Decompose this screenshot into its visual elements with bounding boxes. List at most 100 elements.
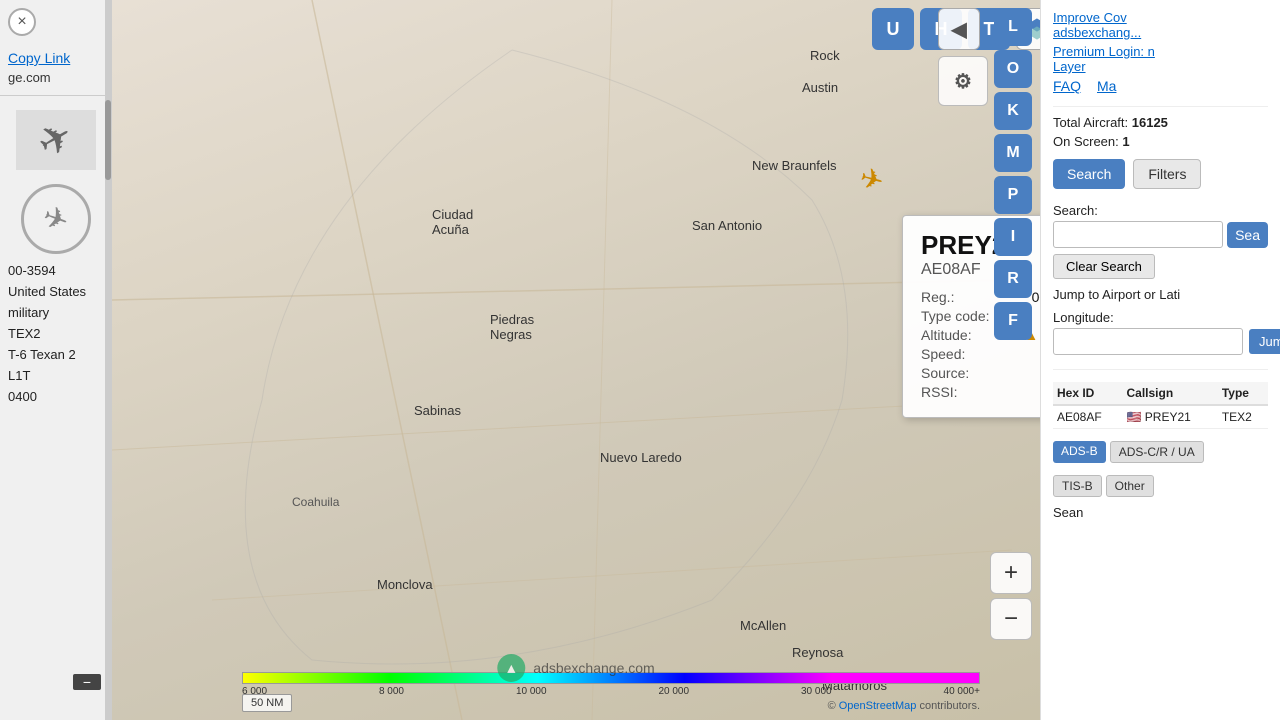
back-button[interactable]: ◀ (938, 8, 980, 50)
total-aircraft-stat: Total Aircraft: 16125 (1053, 115, 1268, 130)
aircraft-silhouette-icon: ✈ (29, 112, 81, 169)
color-label-2: 8 000 (379, 686, 404, 697)
map-background (112, 0, 1040, 720)
popup-speed-label: Speed: (921, 346, 965, 362)
search-input[interactable] (1053, 221, 1223, 248)
premium-login-link[interactable]: Premium Login: n Layer (1053, 44, 1268, 74)
tisb-badge[interactable]: TIS-B (1053, 475, 1102, 497)
ma-link[interactable]: Ma (1097, 78, 1116, 94)
search-label: Search: (1053, 203, 1268, 218)
total-value: 16125 (1132, 115, 1168, 130)
clear-search-container: Clear Search (1053, 254, 1268, 287)
popup-rssi-row: RSSI: n/a (921, 384, 1040, 400)
popup-reg-value: 00-3594 (1032, 289, 1040, 305)
adsb-badge[interactable]: ADS-B (1053, 441, 1106, 463)
left-sidebar: × Copy Link ge.com ✈ ✈ 00-3594 United St… (0, 0, 112, 720)
adsb-text: adsbexchange.com (533, 660, 654, 676)
type-header: Type (1218, 382, 1268, 405)
panel-action-buttons: Search Filters (1053, 159, 1268, 189)
jump-row: Jum (1053, 328, 1268, 355)
type-code-field: TEX2 (0, 323, 111, 344)
k-button[interactable]: K (994, 92, 1032, 130)
other-badge[interactable]: Other (1106, 475, 1154, 497)
results-table: Hex ID Callsign Type AE08AF 🇺🇸 PREY21 TE… (1053, 382, 1268, 429)
wtc-field: L1T (0, 365, 111, 386)
map-container[interactable]: Rock Austin New Braunfels CiudadAcuña Sa… (112, 0, 1040, 720)
hex-id-header: Hex ID (1053, 382, 1122, 405)
close-button[interactable]: × (8, 8, 36, 36)
i-button[interactable]: I (994, 218, 1032, 256)
scale-bar: 50 NM (242, 694, 292, 712)
zoom-in-button[interactable]: + (990, 552, 1032, 594)
aircraft-circle: ✈ (21, 184, 91, 254)
jump-button[interactable]: Jum (1249, 329, 1280, 354)
map-zoom-controls: + − (990, 552, 1032, 640)
panel-divider-2 (1053, 369, 1268, 370)
table-callsign-cell: 🇺🇸 PREY21 (1122, 405, 1217, 429)
squawk-field: 0400 (0, 386, 111, 407)
table-header-row: Hex ID Callsign Type (1053, 382, 1268, 405)
color-bar-labels: 6 000 8 000 10 000 20 000 30 000 40 000+ (242, 686, 980, 697)
popup-reg-label: Reg.: (921, 289, 954, 305)
jump-input[interactable] (1053, 328, 1243, 355)
f-button[interactable]: F (994, 302, 1032, 340)
o-button[interactable]: O (994, 50, 1032, 88)
aircraft-image: ✈ (16, 110, 96, 170)
popup-rssi-label: RSSI: (921, 384, 958, 400)
search-row: Sea (1053, 221, 1268, 248)
r-button[interactable]: R (994, 260, 1032, 298)
adsc-badge[interactable]: ADS-C/R / UA (1110, 441, 1204, 463)
category-field: military (0, 302, 111, 323)
right-panel: Improve Cov adsbexchang... Premium Login… (1040, 0, 1280, 720)
divider (0, 95, 111, 96)
jump-label: Jump to Airport or Lati (1053, 287, 1268, 302)
search-button[interactable]: Search (1053, 159, 1125, 189)
flag-icon: 🇺🇸 (1126, 410, 1141, 424)
source-badges: ADS-B ADS-C/R / UA TIS-B Other (1053, 441, 1268, 497)
popup-type-label: Type code: (921, 308, 990, 324)
scrollbar-thumb[interactable] (105, 100, 111, 180)
adsb-watermark: ▲ adsbexchange.com (497, 654, 654, 682)
panel-links: FAQ Ma (1053, 78, 1268, 94)
color-label-3: 10 000 (516, 686, 547, 697)
close-icon: × (17, 13, 26, 31)
aircraft-circle-icon: ✈ (38, 198, 74, 239)
map-attribution: © OpenStreetMap contributors. (828, 700, 980, 712)
on-screen-stat: On Screen: 1 (1053, 134, 1268, 149)
color-label-5: 30 000 (801, 686, 832, 697)
improve-cov-link[interactable]: Improve Cov adsbexchang... (1053, 10, 1268, 40)
gear-button[interactable]: ⚙ (938, 56, 988, 106)
clear-search-button[interactable]: Clear Search (1053, 254, 1155, 279)
popup-source-label: Source: (921, 365, 969, 381)
domain-label: ge.com (0, 66, 111, 89)
search-inline-button[interactable]: Sea (1227, 222, 1268, 248)
m-button[interactable]: M (994, 134, 1032, 172)
attribution-text: contributors. (919, 700, 980, 712)
color-label-6: 40 000+ (944, 686, 980, 697)
u-button[interactable]: U (872, 8, 914, 50)
table-hex-cell: AE08AF (1053, 405, 1122, 429)
filters-button[interactable]: Filters (1133, 159, 1201, 189)
faq-link[interactable]: FAQ (1053, 78, 1081, 94)
l-button[interactable]: L (994, 8, 1032, 46)
popup-alt-label: Altitude: (921, 327, 972, 343)
sean-label: Sean (1053, 505, 1268, 520)
p-button[interactable]: P (994, 176, 1032, 214)
scrollbar[interactable] (105, 0, 111, 720)
panel-divider-1 (1053, 106, 1268, 107)
map-right-controls: ◀ ⚙ (938, 8, 988, 106)
map-letter-controls: L O K M P I R F (994, 8, 1032, 340)
openstreetmap-link[interactable]: OpenStreetMap (839, 700, 917, 712)
onscreen-value: 1 (1122, 134, 1129, 149)
callsign-header: Callsign (1122, 382, 1217, 405)
color-label-4: 20 000 (658, 686, 689, 697)
popup-source-row: Source: ADS-B (921, 365, 1040, 381)
reg-field: 00-3594 (0, 260, 111, 281)
aircraft-name-field: T-6 Texan 2 (0, 344, 111, 365)
table-type-cell: TEX2 (1218, 405, 1268, 429)
popup-speed-row: Speed: 193 kt (921, 346, 1040, 362)
zoom-out-button[interactable]: − (990, 598, 1032, 640)
table-row[interactable]: AE08AF 🇺🇸 PREY21 TEX2 (1053, 405, 1268, 429)
longitude-label: Longitude: (1053, 310, 1268, 325)
minus-button[interactable]: − (73, 674, 101, 690)
